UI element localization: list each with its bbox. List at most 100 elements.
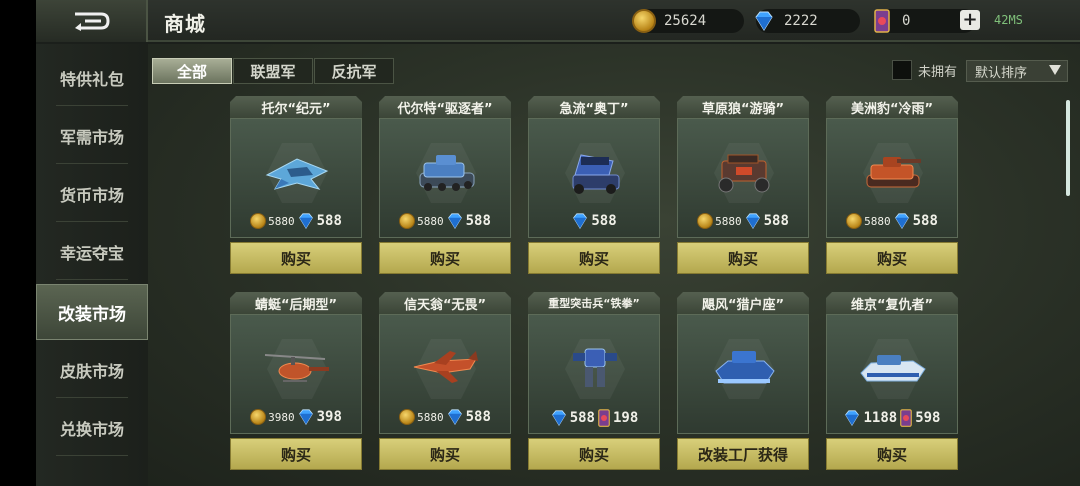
left-edge-strip xyxy=(0,0,36,486)
sidebar-item-label: 幸运夺宝 xyxy=(59,244,124,263)
item-card: 飓风“猎户座” 改装工厂获得 xyxy=(677,292,809,472)
item-preview[interactable]: 5880 588 xyxy=(677,118,809,238)
diamond-icon xyxy=(894,213,909,229)
buy-button[interactable]: 购买 xyxy=(677,242,809,274)
card-price: 198 xyxy=(613,410,639,426)
price-row: 5880 588 xyxy=(380,409,510,425)
gold-counter: 25624 xyxy=(632,9,744,33)
mod-factory-button[interactable]: 改装工厂获得 xyxy=(677,438,809,470)
item-card: 信天翁“无畏” 5880 588 购买 xyxy=(379,292,511,472)
item-name: 重型突击兵“铁拳” xyxy=(528,292,660,314)
mech-icon xyxy=(573,348,617,387)
ping-indicator: 42MS xyxy=(994,13,1023,27)
price-row: 3980 398 xyxy=(231,409,361,425)
tank-icon xyxy=(419,155,475,191)
price-row: 5880 588 xyxy=(231,213,361,229)
gold-coin-icon xyxy=(250,409,267,425)
price-row: 5880 588 xyxy=(380,213,510,229)
sidebar-item-currency-market[interactable]: 货币市场 xyxy=(36,166,148,222)
item-name: 代尔特“驱逐者” xyxy=(379,96,511,118)
item-preview[interactable]: 5880 588 xyxy=(230,118,362,238)
item-preview[interactable]: 5880 588 xyxy=(826,118,958,238)
tab-all[interactable]: 全部 xyxy=(152,58,232,84)
item-preview[interactable]: 5880 588 xyxy=(379,118,511,238)
faction-tabs: 全部 联盟军 反抗军 xyxy=(152,58,395,84)
card-amount: 0 xyxy=(902,13,911,29)
gem-price: 588 xyxy=(763,213,789,229)
sidebar-item-skin-market[interactable]: 皮肤市场 xyxy=(36,342,148,398)
buy-button[interactable]: 购买 xyxy=(379,242,511,274)
gem-price: 588 xyxy=(465,409,491,425)
sidebar-item-label: 军需市场 xyxy=(59,128,124,147)
tank-icon xyxy=(866,157,921,188)
diamond-icon xyxy=(573,213,588,229)
gem-price: 588 xyxy=(591,213,617,229)
sidebar-item-special-packs[interactable]: 特供礼包 xyxy=(36,50,148,106)
sidebar-item-lucky-draw[interactable]: 幸运夺宝 xyxy=(36,224,148,280)
price-row: 1188 598 xyxy=(827,409,957,427)
item-card: 维京“复仇者” 1188 598 购买 xyxy=(826,292,958,472)
add-currency-button[interactable]: + xyxy=(960,10,980,30)
item-card: 重型突击兵“铁拳” 588 198 购买 xyxy=(528,292,660,472)
not-owned-checkbox[interactable] xyxy=(892,60,912,80)
dropdown-arrow-icon xyxy=(1049,65,1061,75)
buy-button[interactable]: 购买 xyxy=(230,242,362,274)
scrollbar[interactable] xyxy=(1066,100,1070,196)
item-preview[interactable]: 588 198 xyxy=(528,314,660,434)
shop-panel: 全部 联盟军 反抗军 未拥有 默认排序 托尔“纪元” 5880 588 购买 代… xyxy=(148,44,1080,486)
buy-button[interactable]: 购买 xyxy=(230,438,362,470)
page-title: 商城 xyxy=(164,12,206,36)
boat-icon xyxy=(860,355,926,382)
gold-coin-icon xyxy=(697,213,714,229)
item-card: 蜻蜓“后期型” 3980 398 购买 xyxy=(230,292,362,472)
item-card: 美洲豹“冷雨” 5880 588 购买 xyxy=(826,96,958,276)
sidebar: 特供礼包 军需市场 货币市场 幸运夺宝 改装市场 皮肤市场 兑换市场 xyxy=(36,44,148,486)
price-row: 588 xyxy=(529,213,659,229)
tab-resistance[interactable]: 反抗军 xyxy=(314,58,394,84)
hover-tank-icon xyxy=(715,351,775,384)
item-preview[interactable] xyxy=(677,314,809,434)
card-price: 598 xyxy=(915,410,941,426)
sidebar-item-supply-market[interactable]: 军需市场 xyxy=(36,108,148,164)
gem-price: 1188 xyxy=(863,410,898,426)
buy-button[interactable]: 购买 xyxy=(528,242,660,274)
item-card: 草原狼“游骑” 5880 588 购买 xyxy=(677,96,809,276)
sort-dropdown[interactable]: 默认排序 xyxy=(966,60,1068,82)
gem-price: 588 xyxy=(465,213,491,229)
diamond-icon xyxy=(551,410,566,426)
gold-coin-icon xyxy=(250,213,267,229)
gold-coin-icon xyxy=(632,9,656,33)
gold-price: 5880 xyxy=(864,214,891,228)
buy-button[interactable]: 购买 xyxy=(826,242,958,274)
launcher-icon xyxy=(572,154,620,194)
item-preview[interactable]: 1188 598 xyxy=(826,314,958,434)
sidebar-item-label: 兑换市场 xyxy=(59,420,124,439)
back-button[interactable] xyxy=(36,0,148,42)
item-card: 急流“奥丁” 588 购买 xyxy=(528,96,660,276)
diamond-icon xyxy=(752,9,776,33)
sort-label: 默认排序 xyxy=(975,65,1028,81)
gold-price: 5880 xyxy=(417,214,444,228)
diamond-icon xyxy=(447,409,462,425)
buy-button[interactable]: 购买 xyxy=(528,438,660,470)
diamond-icon xyxy=(298,213,313,229)
sidebar-item-exchange-market[interactable]: 兑换市场 xyxy=(36,400,148,456)
sidebar-item-label: 改装市场 xyxy=(58,304,126,325)
buy-button[interactable]: 购买 xyxy=(826,438,958,470)
item-name: 信天翁“无畏” xyxy=(379,292,511,314)
not-owned-label: 未拥有 xyxy=(918,64,958,80)
item-card: 代尔特“驱逐者” 5880 588 购买 xyxy=(379,96,511,276)
gold-price: 5880 xyxy=(417,410,444,424)
sidebar-item-label: 皮肤市场 xyxy=(59,362,124,381)
item-preview[interactable]: 588 xyxy=(528,118,660,238)
tab-alliance[interactable]: 联盟军 xyxy=(233,58,313,84)
buy-button[interactable]: 购买 xyxy=(379,438,511,470)
helicopter-icon xyxy=(264,354,329,382)
item-preview[interactable]: 3980 398 xyxy=(230,314,362,434)
not-owned-filter[interactable]: 未拥有 xyxy=(892,60,957,80)
diamond-icon xyxy=(298,409,313,425)
item-preview[interactable]: 5880 588 xyxy=(379,314,511,434)
sidebar-item-mod-market[interactable]: 改装市场 xyxy=(36,284,148,340)
gem-price: 398 xyxy=(316,409,342,425)
item-card: 托尔“纪元” 5880 588 购买 xyxy=(230,96,362,276)
